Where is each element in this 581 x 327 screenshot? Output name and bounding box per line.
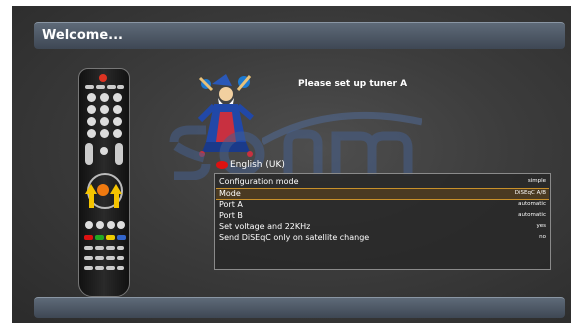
config-row-mode[interactable]: Mode DiSEqC A/B — [216, 188, 549, 200]
remote-key — [100, 117, 109, 126]
remote-key — [113, 93, 122, 102]
config-value: DiSEqC A/B — [514, 190, 546, 196]
language-label: English (UK) — [230, 160, 285, 170]
tuner-config-panel: Configuration mode simple Mode DiSEqC A/… — [214, 173, 551, 270]
remote-control-icon — [78, 68, 130, 297]
remote-key — [117, 221, 125, 229]
brand-logo-mark — [169, 125, 413, 181]
remote-key — [100, 147, 108, 155]
config-value: no — [539, 234, 546, 240]
wizard-prompt: Please set up tuner A — [298, 79, 408, 89]
config-label: Set voltage and 22KHz — [219, 222, 311, 231]
config-row-port-a[interactable]: Port A automatic — [219, 200, 546, 210]
remote-key — [117, 85, 124, 89]
remote-key — [113, 129, 122, 138]
remote-key — [100, 93, 109, 102]
remote-key — [113, 105, 122, 114]
remote-key — [87, 105, 96, 114]
remote-key — [84, 256, 93, 260]
remote-key — [95, 266, 104, 270]
remote-key — [96, 85, 105, 89]
remote-key — [87, 129, 96, 138]
remote-key — [106, 246, 115, 250]
arrow-up-icon — [85, 184, 97, 194]
remote-key — [117, 266, 124, 270]
remote-key — [117, 246, 124, 250]
config-value: automatic — [518, 212, 546, 218]
config-value: automatic — [518, 201, 546, 207]
remote-key — [113, 117, 122, 126]
arrow-stem — [88, 194, 94, 208]
remote-key — [107, 85, 116, 89]
remote-key — [87, 93, 96, 102]
remote-key — [117, 256, 124, 260]
blue-key-icon — [117, 235, 126, 240]
remote-key — [85, 221, 93, 229]
remote-key — [84, 266, 93, 270]
wizard-screen: Welcome... Please set up tuner A English… — [12, 6, 571, 323]
remote-key — [95, 256, 104, 260]
config-row-configuration-mode[interactable]: Configuration mode simple — [219, 177, 546, 187]
remote-key — [100, 105, 109, 114]
config-row-diseqc-satellite-change[interactable]: Send DiSEqC only on satellite change no — [219, 233, 546, 243]
power-key-icon — [99, 74, 107, 82]
language-flag-icon — [216, 161, 228, 169]
footer-bar — [34, 297, 565, 318]
remote-key — [95, 246, 104, 250]
config-label: Port B — [219, 211, 243, 220]
config-label: Mode — [219, 189, 241, 198]
config-value: yes — [536, 223, 546, 229]
remote-key — [100, 129, 109, 138]
remote-key — [106, 266, 115, 270]
remote-key — [85, 85, 94, 89]
ok-key-icon — [97, 184, 109, 196]
arrow-stem — [113, 194, 119, 208]
remote-key — [87, 117, 96, 126]
config-row-port-b[interactable]: Port B automatic — [219, 211, 546, 221]
volume-rocker — [85, 143, 93, 165]
remote-key — [84, 246, 93, 250]
page-title: Welcome... — [42, 28, 123, 43]
green-key-icon — [95, 235, 104, 240]
config-value: simple — [527, 178, 546, 184]
title-bar: Welcome... — [34, 22, 565, 49]
arrow-up-icon — [110, 184, 122, 194]
config-label: Send DiSEqC only on satellite change — [219, 233, 370, 242]
yellow-key-icon — [106, 235, 115, 240]
remote-key — [96, 221, 104, 229]
config-label: Configuration mode — [219, 177, 299, 186]
red-key-icon — [84, 235, 93, 240]
config-label: Port A — [219, 200, 243, 209]
channel-rocker — [115, 143, 123, 165]
config-row-voltage-22khz[interactable]: Set voltage and 22KHz yes — [219, 222, 546, 232]
remote-key — [107, 221, 115, 229]
remote-key — [106, 256, 115, 260]
